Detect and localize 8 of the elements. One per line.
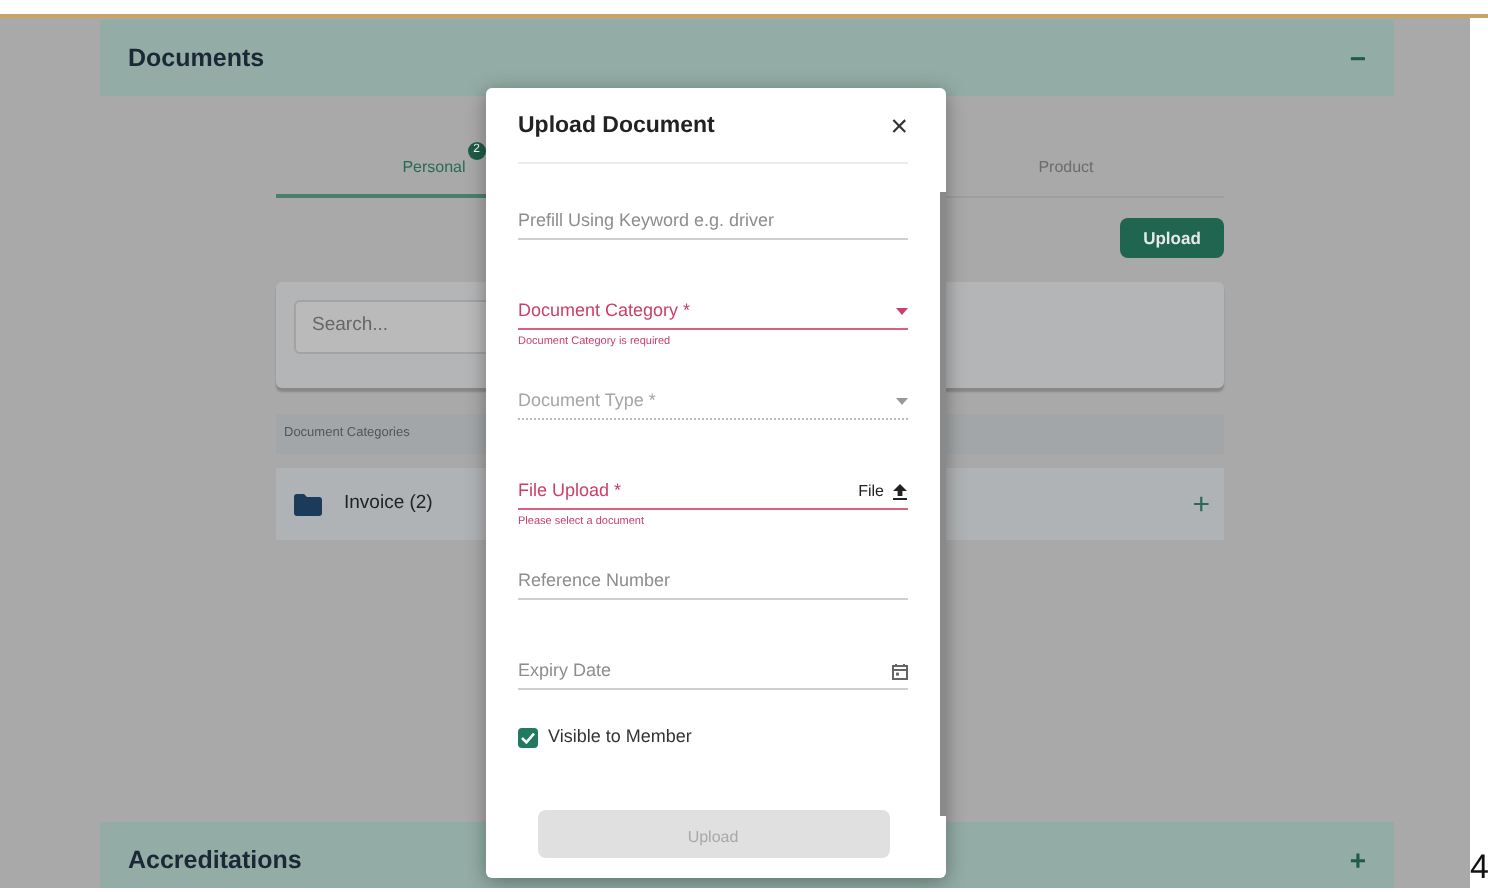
category-name: Invoice (2) bbox=[344, 489, 433, 518]
modal-title: Upload Document bbox=[518, 111, 715, 142]
file-label: File bbox=[858, 479, 884, 503]
checkbox-label: Visible to Member bbox=[548, 724, 692, 750]
panel-title: Accreditations bbox=[128, 843, 302, 878]
panel-title: Documents bbox=[128, 41, 265, 76]
upload-button: Upload bbox=[537, 809, 889, 857]
page-number: 4 bbox=[1470, 848, 1488, 888]
